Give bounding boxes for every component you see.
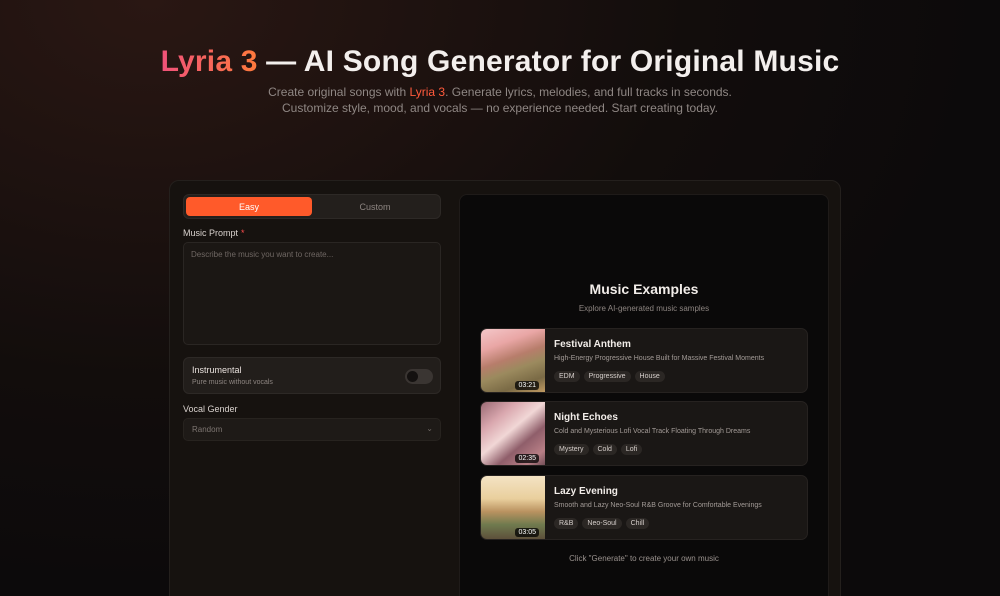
instrumental-row: Instrumental Pure music without vocals bbox=[183, 357, 441, 394]
tag: Chill bbox=[625, 518, 650, 529]
tag: Lofi bbox=[620, 444, 643, 455]
duration-badge: 03:21 bbox=[515, 381, 539, 390]
tag: Progressive bbox=[583, 371, 631, 382]
song-title: Night Echoes bbox=[554, 412, 618, 423]
tag: R&B bbox=[554, 518, 579, 529]
tag: Cold bbox=[592, 444, 617, 455]
song-tags: Mystery Cold Lofi bbox=[554, 444, 643, 455]
vocal-gender-label: Vocal Gender bbox=[183, 404, 238, 414]
chevron-down-icon: ⌄ bbox=[426, 424, 433, 433]
tag: House bbox=[634, 371, 665, 382]
tag: Mystery bbox=[554, 444, 589, 455]
instrumental-title: Instrumental bbox=[192, 365, 242, 375]
tab-easy[interactable]: Easy bbox=[186, 197, 312, 216]
title-text: — AI Song Generator for Original Music bbox=[257, 45, 840, 78]
song-card-lazy-evening[interactable]: 03:05 Lazy Evening Smooth and Lazy Neo-S… bbox=[480, 475, 808, 540]
song-description: Cold and Mysterious Lofi Vocal Track Flo… bbox=[554, 428, 751, 435]
song-description: Smooth and Lazy Neo-Soul R&B Groove for … bbox=[554, 502, 762, 509]
duration-badge: 03:05 bbox=[515, 528, 539, 537]
song-tags: EDM Progressive House bbox=[554, 371, 665, 382]
instrumental-toggle[interactable] bbox=[405, 369, 433, 384]
tab-custom[interactable]: Custom bbox=[312, 197, 438, 216]
song-thumbnail: 03:21 bbox=[481, 329, 545, 392]
brand-name: Lyria 3 bbox=[160, 45, 258, 78]
subtitle-text-2: . Generate lyrics, melodies, and full tr… bbox=[445, 85, 732, 99]
tag: Neo-Soul bbox=[582, 518, 622, 529]
subtitle-text: Create original songs with bbox=[268, 85, 410, 99]
song-title: Festival Anthem bbox=[554, 339, 631, 350]
song-card-night-echoes[interactable]: 02:35 Night Echoes Cold and Mysterious L… bbox=[480, 401, 808, 466]
form-panel: Easy Custom Music Prompt * Describe the m… bbox=[183, 194, 441, 441]
duration-badge: 02:35 bbox=[515, 454, 539, 463]
generator-card: Easy Custom Music Prompt * Describe the m… bbox=[169, 180, 841, 596]
generate-hint: Click "Generate" to create your own musi… bbox=[569, 554, 719, 563]
prompt-label: Music Prompt * bbox=[183, 228, 441, 238]
vocal-gender-select[interactable]: Random ⌄ bbox=[183, 418, 441, 441]
mode-toggle: Easy Custom bbox=[183, 194, 441, 219]
vocal-gender-value: Random bbox=[192, 425, 223, 434]
examples-panel: Music Examples Explore AI-generated musi… bbox=[459, 194, 829, 596]
song-description: High-Energy Progressive House Built for … bbox=[554, 355, 765, 362]
song-title: Lazy Evening bbox=[554, 486, 618, 497]
examples-subtitle: Explore AI-generated music samples bbox=[578, 304, 710, 313]
song-tags: R&B Neo-Soul Chill bbox=[554, 518, 650, 529]
examples-title: Music Examples bbox=[589, 281, 699, 297]
hero-subtitle-line1: Create original songs with Lyria 3. Gene… bbox=[0, 84, 1000, 100]
song-thumbnail: 02:35 bbox=[481, 402, 545, 465]
page-title: Lyria 3 — AI Song Generator for Original… bbox=[0, 44, 1000, 80]
tag: EDM bbox=[554, 371, 580, 382]
hero-subtitle-line2: Customize style, mood, and vocals — no e… bbox=[281, 101, 718, 115]
song-card-festival-anthem[interactable]: 03:21 Festival Anthem High-Energy Progre… bbox=[480, 328, 808, 393]
prompt-label-text: Music Prompt bbox=[183, 228, 239, 238]
music-prompt-textarea[interactable]: Describe the music you want to create... bbox=[183, 242, 441, 345]
required-marker: * bbox=[241, 228, 245, 238]
instrumental-subtitle: Pure music without vocals bbox=[192, 379, 273, 386]
toggle-knob bbox=[407, 371, 418, 382]
brand-link[interactable]: Lyria 3 bbox=[410, 85, 446, 99]
hero: Lyria 3 — AI Song Generator for Original… bbox=[0, 44, 1000, 116]
song-thumbnail: 03:05 bbox=[481, 476, 545, 539]
